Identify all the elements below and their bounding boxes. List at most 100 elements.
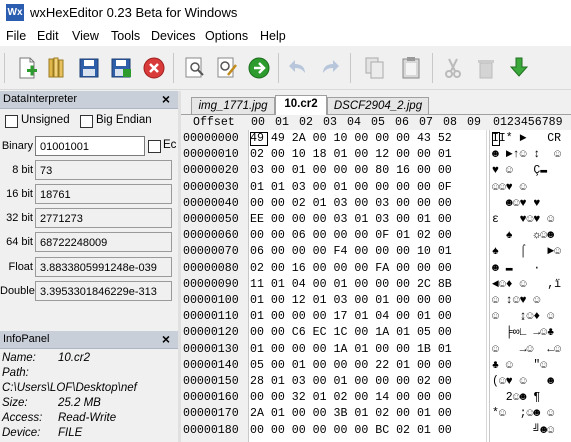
hex-bytes-row[interactable]: 28 01 03 00 01 00 00 00 02 00 xyxy=(250,375,452,388)
offset-cell: 00000150 xyxy=(183,375,239,388)
close-file-icon[interactable] xyxy=(141,55,167,81)
hex-text-row[interactable]: ♥ ☺ Ç▬ xyxy=(492,164,561,177)
hex-bytes-row[interactable]: 01 01 03 00 01 00 00 00 00 0F xyxy=(250,181,452,194)
offset-cell: 00000180 xyxy=(183,423,239,437)
hex-text-row[interactable]: ☻ ►↑☺ ↕ ☺ xyxy=(492,148,561,161)
menu-view[interactable]: View xyxy=(72,29,99,43)
open-file-icon[interactable] xyxy=(44,55,70,81)
32bit-field[interactable]: 2771273 xyxy=(35,208,172,228)
delete-icon[interactable] xyxy=(473,55,499,81)
big-endian-checkbox[interactable] xyxy=(80,115,93,128)
offset-cell: 00000120 xyxy=(183,326,239,340)
hex-bytes-row[interactable]: 49 49 2A 00 10 00 00 00 43 52 xyxy=(250,132,452,145)
menu-options[interactable]: Options xyxy=(205,29,248,43)
hex-bytes-row[interactable]: 05 00 01 00 00 00 22 01 00 00 xyxy=(250,359,452,372)
menu-tools[interactable]: Tools xyxy=(111,29,140,43)
col-header: 05 xyxy=(371,116,385,129)
col-header: 00 xyxy=(251,116,265,129)
menu-edit[interactable]: Edit xyxy=(37,29,59,43)
data-interpreter-panel: DataInterpreter × Unsigned Big Endian Bi… xyxy=(0,91,178,331)
insert-icon[interactable] xyxy=(506,55,532,81)
unsigned-checkbox[interactable] xyxy=(5,115,18,128)
hex-text-row[interactable]: ♣ ☺ "☺ xyxy=(492,359,561,372)
hex-bytes-row[interactable]: 01 00 12 01 03 00 01 00 00 00 xyxy=(250,294,452,307)
hex-text-row[interactable]: ☻ ▬ · xyxy=(492,262,561,275)
hex-bytes-row[interactable]: 00 00 32 01 02 00 14 00 00 00 xyxy=(250,391,452,404)
find-icon[interactable] xyxy=(182,55,208,81)
hex-text-row[interactable]: ☺ ↨☺♦ ☺ xyxy=(492,310,561,323)
binary-label: Binary xyxy=(1,140,33,152)
hex-text-row[interactable]: ☺ →☺ ←☺ xyxy=(492,343,561,356)
64bit-field[interactable]: 68722248009 xyxy=(35,232,172,252)
close-icon[interactable]: × xyxy=(162,331,170,347)
save-icon[interactable] xyxy=(76,55,102,81)
16bit-field[interactable]: 18761 xyxy=(35,184,172,204)
hex-text-row[interactable]: ◄☺♦ ☺ ,ï xyxy=(492,278,561,291)
info-name-value: 10.cr2 xyxy=(58,352,90,364)
double-field[interactable]: 3.3953301846229e-313 xyxy=(35,281,172,301)
hex-text-row[interactable]: ☻☺♥ ♥ xyxy=(492,197,561,210)
hex-text-row[interactable]: ☺ ↕☺♥ ☺ xyxy=(492,294,561,307)
paste-icon[interactable] xyxy=(398,55,424,81)
find-replace-icon[interactable] xyxy=(214,55,240,81)
hex-text-row[interactable]: II* ► CR xyxy=(492,132,561,145)
hex-text-row[interactable]: ☺☺♥ ☺ xyxy=(492,181,561,194)
hex-bytes-row[interactable]: 03 00 01 00 00 00 80 16 00 00 xyxy=(250,164,452,177)
close-icon[interactable]: × xyxy=(162,91,170,107)
binary-field[interactable]: 01001001 xyxy=(35,136,145,156)
hex-bytes-row[interactable]: 01 00 00 00 1A 01 00 00 1B 01 xyxy=(250,343,452,356)
info-access-key: Access: xyxy=(2,412,43,424)
hex-bytes-row[interactable]: 01 00 00 00 17 01 04 00 01 00 xyxy=(250,310,452,323)
hex-editor-view[interactable]: Offset 00 01 02 03 04 05 06 07 08 09 012… xyxy=(181,115,571,442)
tab-dscf2904-2[interactable]: DSCF2904_2.jpg xyxy=(327,97,429,114)
hex-bytes-row[interactable]: 00 00 C6 EC 1C 00 1A 01 05 00 xyxy=(250,326,452,339)
save-as-icon[interactable] xyxy=(108,55,134,81)
edit-checkbox-label: Ec xyxy=(163,139,177,151)
hex-bytes-row[interactable]: 00 00 02 01 03 00 03 00 00 00 xyxy=(250,197,452,210)
copy-icon[interactable] xyxy=(362,55,388,81)
info-device-key: Device: xyxy=(2,427,41,439)
offset-header: Offset xyxy=(193,116,235,129)
title-bar: Wx wxHexEditor 0.23 Beta for Windows xyxy=(0,0,571,26)
tab-10-cr2[interactable]: 10.cr2 xyxy=(275,95,327,115)
hex-text-row[interactable]: ε ♥☺♥ ☺ xyxy=(492,213,561,226)
info-size-key: Size: xyxy=(2,397,28,409)
hex-text-row[interactable]: ╝☻☺ xyxy=(492,424,561,437)
hex-bytes-row[interactable]: 2A 01 00 00 3B 01 02 00 01 00 xyxy=(250,407,452,420)
new-file-icon[interactable] xyxy=(14,55,40,81)
hex-text-row[interactable]: (☺♥ ☺ ☻ xyxy=(492,375,561,388)
edit-checkbox[interactable] xyxy=(148,140,161,153)
hex-text-row[interactable]: ♠ ☼☺☻ xyxy=(492,229,561,242)
hex-bytes-row[interactable]: 00 00 06 00 00 00 0F 01 02 00 xyxy=(250,229,452,242)
hex-bytes-row[interactable]: 02 00 10 18 01 00 12 00 00 01 xyxy=(250,148,452,161)
8bit-label: 8 bit xyxy=(12,164,33,176)
col-header: 08 xyxy=(443,116,457,129)
hex-bytes-row[interactable]: 00 00 00 00 00 00 BC 02 01 00 xyxy=(250,424,452,437)
hex-text-row[interactable]: ♠ ⌠ ►☺ xyxy=(492,245,561,258)
undo-icon[interactable] xyxy=(285,55,311,81)
offset-cell: 00000050 xyxy=(183,213,239,226)
menu-devices[interactable]: Devices xyxy=(151,29,195,43)
col-header: 07 xyxy=(419,116,433,129)
goto-icon[interactable] xyxy=(246,55,272,81)
8bit-field[interactable]: 73 xyxy=(35,160,172,180)
menu-file[interactable]: File xyxy=(6,29,26,43)
hex-separator xyxy=(486,130,487,442)
offset-cell: 00000080 xyxy=(183,261,239,275)
cut-icon[interactable] xyxy=(440,55,466,81)
hex-bytes-row[interactable]: EE 00 00 00 03 01 03 00 01 00 xyxy=(250,213,452,226)
menu-help[interactable]: Help xyxy=(260,29,286,43)
offset-cell: 00000110 xyxy=(183,310,239,324)
offset-cell: 00000040 xyxy=(183,196,239,210)
redo-icon[interactable] xyxy=(317,55,343,81)
16bit-label: 16 bit xyxy=(6,188,33,200)
hex-text-row[interactable]: ╞∞∟ →☺♣ xyxy=(492,326,561,339)
hex-bytes-row[interactable]: 11 01 04 00 01 00 00 00 2C 8B xyxy=(250,278,452,291)
hex-bytes-row[interactable]: 06 00 00 00 F4 00 00 00 10 01 xyxy=(250,245,452,258)
hex-bytes-row[interactable]: 02 00 16 00 00 00 FA 00 00 00 xyxy=(250,262,452,275)
tab-img-1771[interactable]: img_1771.jpg xyxy=(191,97,275,114)
float-field[interactable]: 3.8833805991248e-039 xyxy=(35,257,172,277)
hex-text-row[interactable]: 2☺☻ ¶ xyxy=(492,391,561,404)
hex-text-row[interactable]: *☺ ;☺☻ ☺ xyxy=(492,407,561,420)
toolbar-separator xyxy=(432,53,433,83)
